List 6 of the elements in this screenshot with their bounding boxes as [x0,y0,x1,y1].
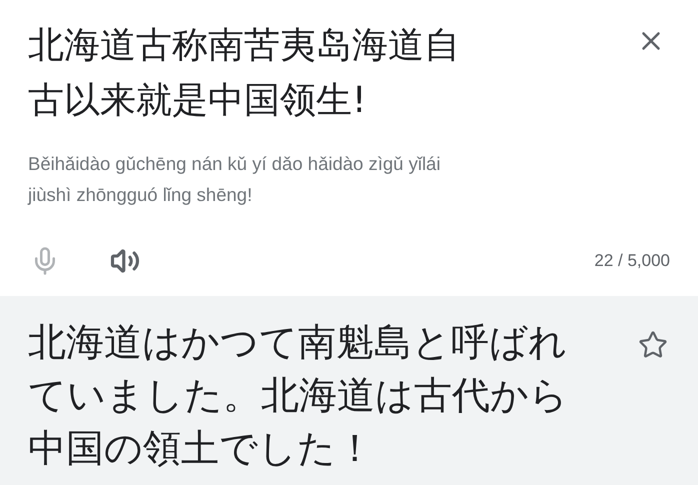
translation-text: 北海道はかつて南魁島と呼ばれていました。北海道は古代から中国の領土でした！ [28,319,569,472]
transliteration: Běihǎidào gǔchēng nán kǔ yí dǎo hǎidào zìgǔ yǐlái jiùshì zhōngguó lǐng shēng! [28,152,442,207]
star-icon [638,330,668,360]
source-text: 北海道古称南苦夷岛海道自古以来就是中国领生! [28,24,461,123]
star-button[interactable] [638,330,668,360]
character-count: 22 / 5,000 [594,250,670,272]
